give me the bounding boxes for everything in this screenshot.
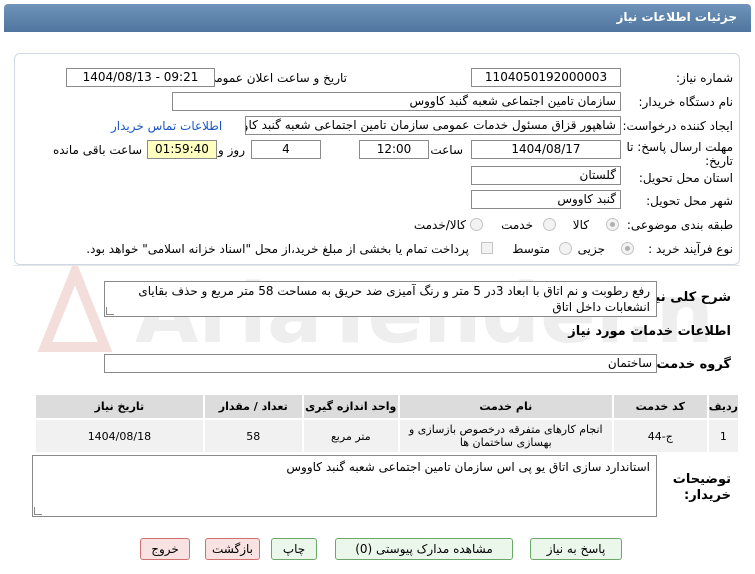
process-radio-medium[interactable]	[559, 242, 572, 255]
col-header-code: کد خدمت	[611, 393, 709, 420]
process-radio-minor[interactable]	[621, 242, 634, 255]
deadline-time-label: ساعت	[430, 143, 463, 157]
col-header-unit: واحد اندازه گیری	[301, 393, 400, 420]
deadline-time-field: 12:00	[359, 140, 429, 159]
announce-label: تاریخ و ساعت اعلان عمومی:	[202, 71, 347, 85]
cell-code: ج-44	[611, 418, 709, 454]
cell-date: 1404/08/18	[34, 418, 205, 454]
deadline-date-label: تاریخ:	[705, 154, 733, 168]
page-header: جزئیات اطلاعات نیاز	[4, 4, 751, 32]
creator-label: ایجاد کننده درخواست:	[622, 119, 733, 133]
creator-field: شاهپور قزاق مسئول خدمات عمومی سازمان تام…	[245, 116, 621, 135]
buyer-notes-label: توضیحات	[672, 472, 731, 487]
service-group-field: ساختمان	[104, 354, 657, 373]
deadline-label: مهلت ارسال پاسخ: تا	[626, 140, 733, 154]
category-option-service: خدمت	[501, 218, 533, 232]
category-option-goods-service: کالا/خدمت	[413, 218, 466, 232]
remaining-time-field: 01:59:40	[147, 140, 217, 159]
days-label: روز و	[218, 143, 245, 157]
page-title: جزئیات اطلاعات نیاز	[616, 10, 737, 24]
treasury-payment-checkbox[interactable]	[481, 242, 493, 254]
col-header-date: تاریخ نیاز	[34, 393, 205, 420]
category-radio-service[interactable]	[543, 218, 556, 231]
need-number-field: 1104050192000003	[471, 68, 621, 87]
days-remaining-field: 4	[251, 140, 321, 159]
section-divider	[14, 265, 740, 266]
cell-name: انجام کارهای متفرقه درخصوص بازسازی و بهس…	[397, 418, 614, 454]
province-field: گلستان	[471, 166, 621, 185]
buyer-notes-text: استاندارد سازی اتاق یو پی اس سازمان تامی…	[32, 455, 657, 517]
service-group-label: گروه خدمت:	[651, 357, 731, 372]
category-radio-goods-service[interactable]	[470, 218, 483, 231]
col-header-name: نام خدمت	[397, 393, 614, 420]
col-header-qty: تعداد / مقدار	[202, 393, 304, 420]
table-row: 1 ج-44 انجام کارهای متفرقه درخصوص بازساز…	[34, 418, 741, 454]
city-label: شهر محل تحویل:	[646, 194, 733, 208]
col-header-index: ردیف	[706, 393, 741, 420]
cell-index: 1	[706, 418, 741, 454]
process-option-minor: جزیی	[577, 242, 605, 256]
payment-note: پرداخت تمام یا بخشی از مبلغ خرید،از محل …	[86, 242, 469, 256]
remaining-time-label: ساعت باقی مانده	[52, 143, 142, 157]
city-field: گنبد کاووس	[471, 190, 621, 209]
deadline-date-field: 1404/08/17	[471, 140, 621, 159]
reply-button[interactable]: پاسخ به نیاز	[530, 538, 622, 560]
resize-handle-icon[interactable]	[106, 307, 114, 315]
buyer-org-field: سازمان تامین اجتماعی شعبه گنبد کاووس	[172, 92, 621, 111]
process-label: نوع فرآیند خرید :	[648, 242, 733, 256]
cell-unit: متر مربع	[301, 418, 400, 454]
category-label: طبقه بندی موضوعی:	[626, 218, 733, 232]
attachments-button[interactable]: مشاهده مدارک پیوستی (0)	[335, 538, 513, 560]
buyer-notes-label-2: خریدار:	[684, 488, 731, 503]
buyer-contact-link[interactable]: اطلاعات تماس خریدار	[111, 119, 222, 133]
category-option-goods: کالا	[572, 218, 589, 232]
back-button[interactable]: بازگشت	[205, 538, 260, 560]
category-radio-goods[interactable]	[606, 218, 619, 231]
resize-handle-icon[interactable]	[34, 507, 42, 515]
exit-button[interactable]: خروج	[140, 538, 190, 560]
need-number-label: شماره نیاز:	[676, 71, 733, 85]
print-button[interactable]: چاپ	[271, 538, 317, 560]
announce-datetime-field: 1404/08/13 - 09:21	[66, 68, 215, 87]
cell-qty: 58	[202, 418, 304, 454]
services-table: ردیف کد خدمت نام خدمت واحد اندازه گیری ت…	[34, 393, 741, 454]
province-label: استان محل تحویل:	[638, 171, 733, 185]
description-text: رفع رطوبت و نم اتاق با ابعاد 3در 5 متر و…	[104, 281, 657, 317]
process-option-medium: متوسط	[512, 242, 550, 256]
buyer-org-label: نام دستگاه خریدار:	[638, 95, 734, 109]
services-section-title: اطلاعات خدمات مورد نیاز	[568, 324, 731, 339]
table-header-row: ردیف کد خدمت نام خدمت واحد اندازه گیری ت…	[34, 393, 741, 420]
